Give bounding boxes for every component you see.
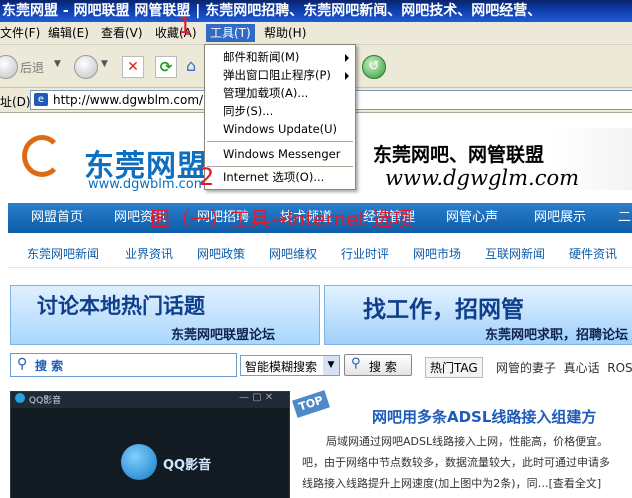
annotation-step-1: 1 xyxy=(178,14,192,39)
address-label: 址(D) xyxy=(0,95,31,109)
back-dropdown-chevron-icon[interactable]: ▼ xyxy=(54,59,61,69)
forward-dropdown-chevron-icon[interactable]: ▼ xyxy=(101,59,108,69)
menu-separator xyxy=(207,141,353,142)
menu-view[interactable]: 查看(V) xyxy=(101,25,143,41)
back-arrow-icon[interactable] xyxy=(0,55,18,79)
qq-player-logo-text: QQ影音 xyxy=(163,458,212,473)
qq-player-titlebar: QQ影音 — ▢ ✕ xyxy=(11,392,289,408)
stop-icon[interactable]: ✕ xyxy=(122,56,144,78)
ad-banner-jobs[interactable]: 找工作，招网管 东莞网吧求职，招聘论坛 xyxy=(324,285,632,345)
ie-page-icon: e xyxy=(34,93,48,106)
nav-item-voice[interactable]: 网管心声 xyxy=(446,203,498,233)
subnav-local-news[interactable]: 东莞网吧新闻 xyxy=(27,241,99,267)
subnav-commentary[interactable]: 行业时评 xyxy=(341,241,389,267)
subnav-market[interactable]: 网吧市场 xyxy=(413,241,461,267)
menu-item-manage-addons-label: 管理加载项(A)... xyxy=(223,86,309,100)
menu-item-popup-blocker-label: 弹出窗口阻止程序(P) xyxy=(223,68,331,82)
menu-item-windows-messenger-label: Windows Messenger xyxy=(223,147,341,161)
subnav-internet-news[interactable]: 互联网新闻 xyxy=(485,241,545,267)
menu-item-synchronize-label: 同步(S)... xyxy=(223,104,274,118)
window-title: 东莞网盟 - 网吧联盟 网管联盟 | 东莞网吧招聘、东莞网吧新闻、网吧技术、网吧… xyxy=(2,3,542,19)
article-line-2: 吧，由于网络中节点数较多，数据流量较大，此时可通过申请多 xyxy=(302,456,610,469)
menu-item-internet-options-label: Internet 选项(O)... xyxy=(223,170,325,184)
submenu-arrow-icon xyxy=(345,72,349,80)
select-chevron-down-icon[interactable]: ▼ xyxy=(323,356,339,375)
search-button-label: 搜 索 xyxy=(369,360,397,374)
menu-edit[interactable]: 编辑(E) xyxy=(48,25,89,41)
menu-item-internet-options[interactable]: Internet 选项(O)... xyxy=(205,167,355,188)
annotation-step-2: 2 xyxy=(199,163,215,191)
menu-bar: 文件(F) 编辑(E) 查看(V) 收藏(A) 工具(T) 帮助(H) xyxy=(0,22,632,45)
ad-jobs-title: 找工作，招网管 xyxy=(363,297,524,323)
nav-item-more[interactable]: 二 xyxy=(618,203,631,233)
ad-jobs-subtitle: 东莞网吧求职，招聘论坛 xyxy=(485,328,629,343)
banner-url: www.dgwglm.com xyxy=(385,166,580,190)
menu-help[interactable]: 帮助(H) xyxy=(264,25,306,41)
menu-item-windows-update[interactable]: Windows Update(U) xyxy=(205,119,355,140)
qq-player-window[interactable]: QQ影音 — ▢ ✕ QQ影音 xyxy=(10,391,290,498)
top-badge-label: TOP xyxy=(296,393,325,414)
back-button-label[interactable]: 后退 xyxy=(20,59,44,76)
search-input-label: 搜 索 xyxy=(35,359,64,373)
subnav-rights[interactable]: 网吧维权 xyxy=(269,241,317,267)
home-icon[interactable]: ⌂ xyxy=(186,56,204,76)
nav-item-home[interactable]: 网盟首页 xyxy=(31,203,83,233)
search-button-icon: ⚲ xyxy=(351,356,361,371)
banner-title: 东莞网吧、网管联盟 xyxy=(373,144,545,166)
menu-item-windows-update-label: Windows Update(U) xyxy=(223,122,338,136)
hot-tag-label: 热门TAG xyxy=(425,357,483,378)
sub-nav: 东莞网吧新闻 业界资讯 网吧政策 网吧维权 行业时评 网吧市场 互联网新闻 硬件… xyxy=(8,241,632,268)
refresh-icon[interactable]: ⟳ xyxy=(155,56,177,78)
hot-tag-links[interactable]: 网管的妻子 真心话 ROS xyxy=(496,359,632,376)
menu-item-mail-news-label: 邮件和新闻(M) xyxy=(223,50,300,64)
search-mode-select[interactable]: 智能模糊搜索 ▼ xyxy=(240,355,340,376)
qq-player-logo-icon xyxy=(121,444,157,480)
search-mode-value: 智能模糊搜索 xyxy=(245,360,318,374)
ad-banner-forum[interactable]: 讨论本地热门话题 东莞网吧联盟论坛 xyxy=(10,285,320,345)
ad-forum-title: 讨论本地热门话题 xyxy=(37,294,205,318)
ad-forum-subtitle: 东莞网吧联盟论坛 xyxy=(171,328,276,343)
qq-player-title: QQ影音 xyxy=(29,396,62,406)
site-logo-icon xyxy=(22,135,62,177)
search-submit-button[interactable]: ⚲ 搜 索 xyxy=(344,354,412,376)
qq-player-window-controls-icon[interactable]: — ▢ ✕ xyxy=(239,392,273,403)
header-banner[interactable]: 东莞网吧、网管联盟 www.dgwglm.com xyxy=(357,128,632,190)
article-line-3[interactable]: 线路接入线路提升上网速度(加上图中为2条)，同…[查看全文] xyxy=(302,475,601,491)
subnav-hardware[interactable]: 硬件资讯 xyxy=(569,241,617,267)
site-search-input[interactable]: ⚲ 搜 索 xyxy=(10,353,237,377)
qq-player-app-icon xyxy=(15,393,25,403)
menu-item-windows-messenger[interactable]: Windows Messenger xyxy=(205,144,355,165)
subnav-policy[interactable]: 网吧政策 xyxy=(197,241,245,267)
subnav-industry[interactable]: 业界资讯 xyxy=(125,241,173,267)
top-badge: TOP xyxy=(292,390,330,418)
annotation-caption: 图（一）工具→Internet 选项 xyxy=(150,207,413,231)
nav-item-showcase[interactable]: 网吧展示 xyxy=(534,203,586,233)
search-magnifier-icon: ⚲ xyxy=(17,356,28,372)
article-line-1: 局域网通过网吧ADSL线路接入上网，性能高，价格便宜。 xyxy=(326,435,609,448)
submenu-arrow-icon xyxy=(345,54,349,62)
site-logo-url: www.dgwblm.com xyxy=(88,177,207,192)
menu-file[interactable]: 文件(F) xyxy=(0,25,40,41)
history-icon[interactable]: ↺ xyxy=(362,55,386,79)
forward-arrow-icon[interactable] xyxy=(74,55,98,79)
menu-tools[interactable]: 工具(T) xyxy=(206,24,255,42)
tools-dropdown-menu: 邮件和新闻(M) 弹出窗口阻止程序(P) 管理加载项(A)... 同步(S)..… xyxy=(204,44,356,190)
window-title-bar: 东莞网盟 - 网吧联盟 网管联盟 | 东莞网吧招聘、东莞网吧新闻、网吧技术、网吧… xyxy=(0,0,632,22)
article-title[interactable]: 网吧用多条ADSL线路接入组建方 xyxy=(372,406,596,427)
